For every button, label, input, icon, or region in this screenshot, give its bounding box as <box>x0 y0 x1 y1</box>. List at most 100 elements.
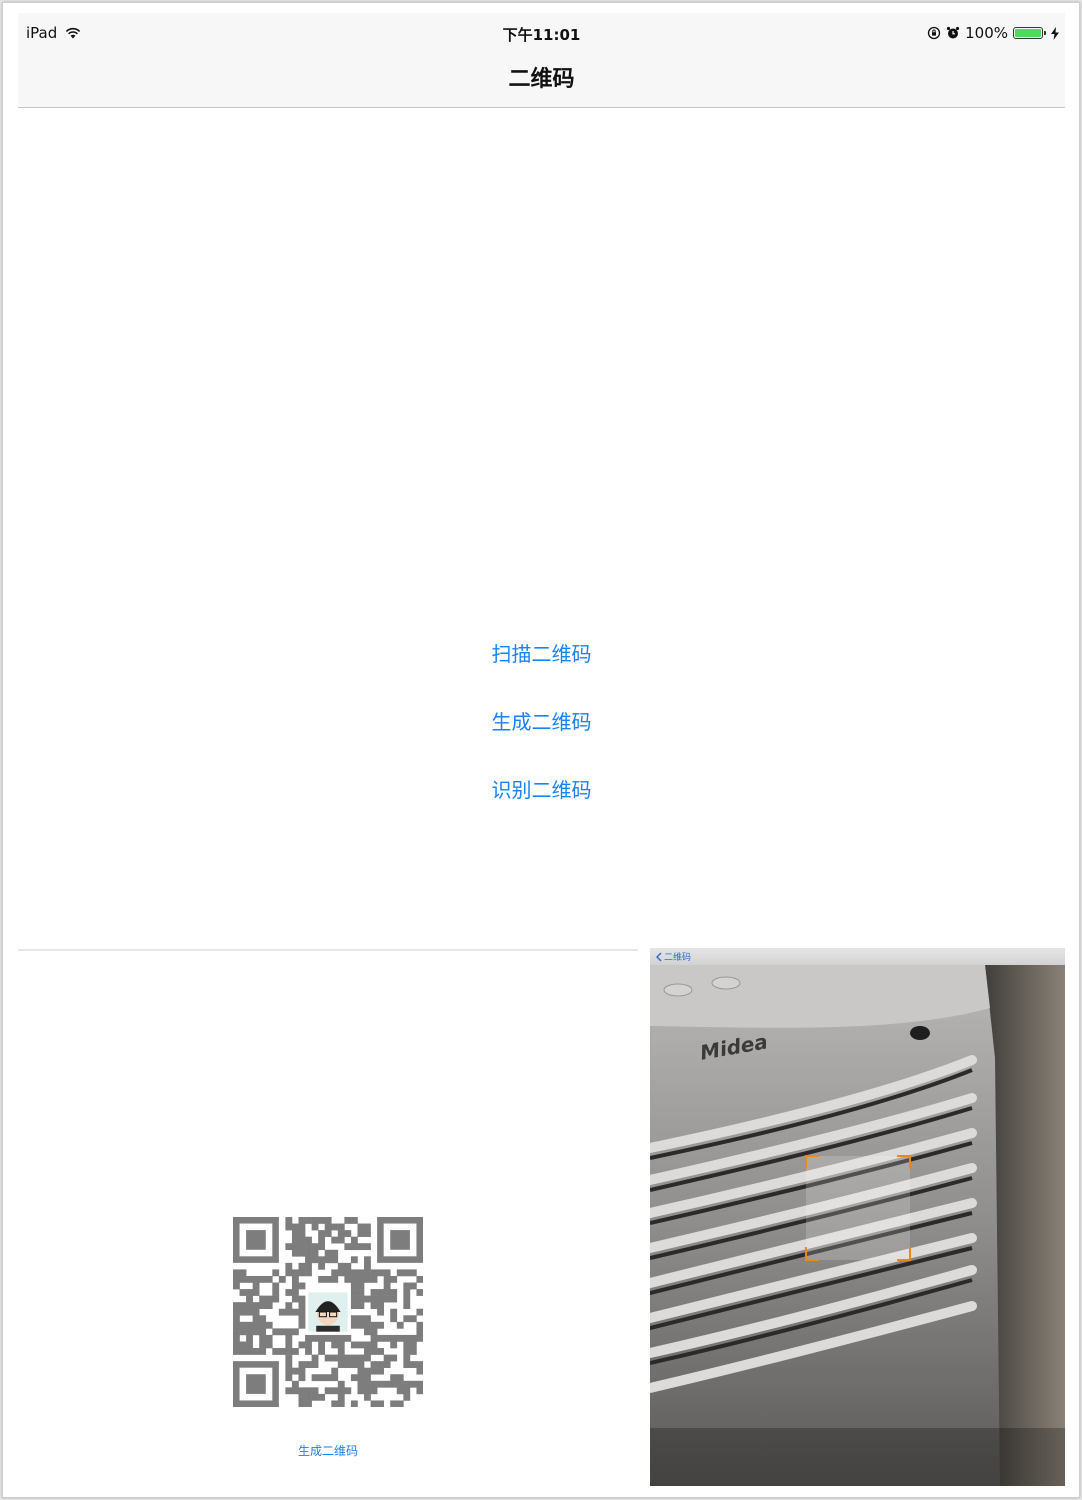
qr-module <box>324 1334 332 1342</box>
qr-module <box>233 1348 240 1355</box>
qr-module <box>246 1275 253 1283</box>
qr-module <box>259 1334 267 1342</box>
qr-module <box>396 1400 404 1408</box>
qr-module <box>278 1348 286 1355</box>
qr-module <box>364 1354 371 1362</box>
qr-module <box>344 1262 352 1270</box>
qr-module <box>318 1348 326 1355</box>
qr-module <box>233 1315 240 1323</box>
qr-module <box>337 1269 345 1277</box>
scan-qr-button[interactable]: 扫描二维码 <box>492 638 592 667</box>
qr-module <box>305 1387 312 1395</box>
qr-module <box>252 1321 260 1329</box>
qr-module <box>403 1289 411 1296</box>
qr-module <box>298 1223 306 1231</box>
qr-module <box>403 1295 411 1303</box>
qr-module <box>305 1341 312 1349</box>
qr-module <box>285 1289 293 1296</box>
generate-qr-button[interactable]: 生成二维码 <box>492 706 592 735</box>
qr-module <box>357 1223 365 1231</box>
qr-module <box>239 1302 247 1310</box>
qr-module <box>233 1308 240 1316</box>
qr-module <box>337 1262 345 1270</box>
qr-module <box>311 1387 319 1395</box>
qr-module <box>344 1275 352 1283</box>
qr-module <box>364 1387 371 1395</box>
qr-module <box>331 1400 339 1408</box>
qr-module <box>311 1256 319 1264</box>
qr-module <box>357 1295 365 1303</box>
qr-module <box>239 1348 247 1355</box>
qr-module <box>350 1315 358 1323</box>
qr-module <box>298 1249 306 1257</box>
qr-module <box>377 1295 384 1303</box>
qr-module <box>364 1269 371 1277</box>
status-time: 下午11:01 <box>502 26 581 44</box>
qr-module <box>311 1223 319 1231</box>
qr-module <box>265 1295 273 1303</box>
qr-module <box>285 1328 293 1336</box>
qr-module <box>364 1393 371 1401</box>
qr-module <box>370 1361 378 1368</box>
qr-module <box>324 1249 332 1257</box>
qr-module <box>239 1328 247 1336</box>
qr-module <box>377 1289 384 1296</box>
qr-module <box>265 1321 273 1329</box>
qr-module <box>364 1341 371 1349</box>
qr-module <box>305 1262 312 1270</box>
qr-module <box>409 1282 417 1290</box>
qr-module <box>357 1361 365 1368</box>
qr-module <box>350 1217 358 1224</box>
qr-module <box>252 1275 260 1283</box>
qr-module <box>318 1256 326 1264</box>
qr-module <box>311 1354 319 1362</box>
qr-module <box>383 1289 391 1296</box>
qr-module <box>285 1223 293 1231</box>
qr-module <box>403 1341 411 1349</box>
qr-module <box>364 1256 371 1264</box>
qr-module <box>259 1328 267 1336</box>
qr-module <box>357 1367 365 1375</box>
qr-module <box>278 1328 286 1336</box>
qr-module <box>337 1236 345 1244</box>
qr-module <box>291 1348 299 1355</box>
qr-module <box>305 1269 312 1277</box>
qr-module <box>246 1289 253 1296</box>
qr-module <box>390 1374 398 1382</box>
qr-module <box>324 1230 332 1237</box>
qr-module <box>403 1348 411 1355</box>
qr-caption: 生成二维码 <box>297 1444 358 1458</box>
qr-module <box>324 1256 332 1264</box>
qr-module <box>246 1302 253 1310</box>
qr-module <box>370 1289 378 1296</box>
qr-module <box>285 1269 293 1277</box>
qr-module <box>272 1282 280 1290</box>
qr-module <box>357 1282 365 1290</box>
qr-module <box>403 1380 411 1388</box>
qr-module <box>416 1334 424 1342</box>
qr-module <box>252 1289 260 1296</box>
qr-module <box>337 1348 345 1355</box>
qr-module <box>311 1334 319 1342</box>
qr-module <box>396 1269 404 1277</box>
qr-module <box>370 1341 378 1349</box>
scan-back-button[interactable]: 二维码 <box>656 950 691 963</box>
recognize-qr-button[interactable]: 识别二维码 <box>492 774 592 803</box>
qr-module <box>344 1361 352 1368</box>
scan-camera-screen: Midea 二维码 <box>650 948 1065 1486</box>
qr-module <box>298 1282 306 1290</box>
qr-module <box>318 1243 326 1251</box>
qr-module <box>318 1230 326 1237</box>
qr-module <box>390 1400 398 1408</box>
qr-module <box>318 1275 326 1283</box>
qr-module <box>298 1361 306 1368</box>
qr-module <box>344 1269 352 1277</box>
qr-module <box>285 1387 293 1395</box>
battery-fill <box>1015 29 1041 37</box>
qr-module <box>305 1217 312 1224</box>
qr-module <box>285 1354 293 1362</box>
qr-module <box>298 1217 306 1224</box>
qr-module <box>416 1308 424 1316</box>
qr-module <box>409 1269 417 1277</box>
qr-module <box>350 1361 358 1368</box>
